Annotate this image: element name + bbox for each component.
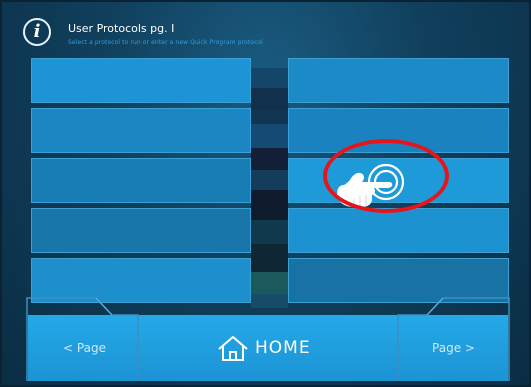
screen: i User Protocols pg. I Select a protocol… <box>0 0 531 387</box>
page-title: User Protocols pg. I <box>68 22 175 35</box>
info-icon[interactable]: i <box>23 18 51 46</box>
house-icon <box>218 336 248 361</box>
previous-page-button[interactable]: < Page <box>28 315 141 381</box>
page-subtitle: Select a protocol to run or enter a new … <box>68 39 263 46</box>
center-divider <box>251 68 288 308</box>
protocol-button-left-3[interactable] <box>31 158 251 203</box>
protocol-button-right-4[interactable] <box>288 208 509 253</box>
home-button-label: HOME <box>255 338 311 358</box>
protocol-button-left-4[interactable] <box>31 208 251 253</box>
protocol-button-left-1[interactable] <box>31 58 251 103</box>
protocol-button-left-2[interactable] <box>31 108 251 153</box>
home-button[interactable]: HOME <box>207 324 337 374</box>
next-page-button[interactable]: Page > <box>399 315 508 381</box>
highlight-ellipse <box>323 139 449 213</box>
protocol-button-right-1[interactable] <box>288 58 509 103</box>
